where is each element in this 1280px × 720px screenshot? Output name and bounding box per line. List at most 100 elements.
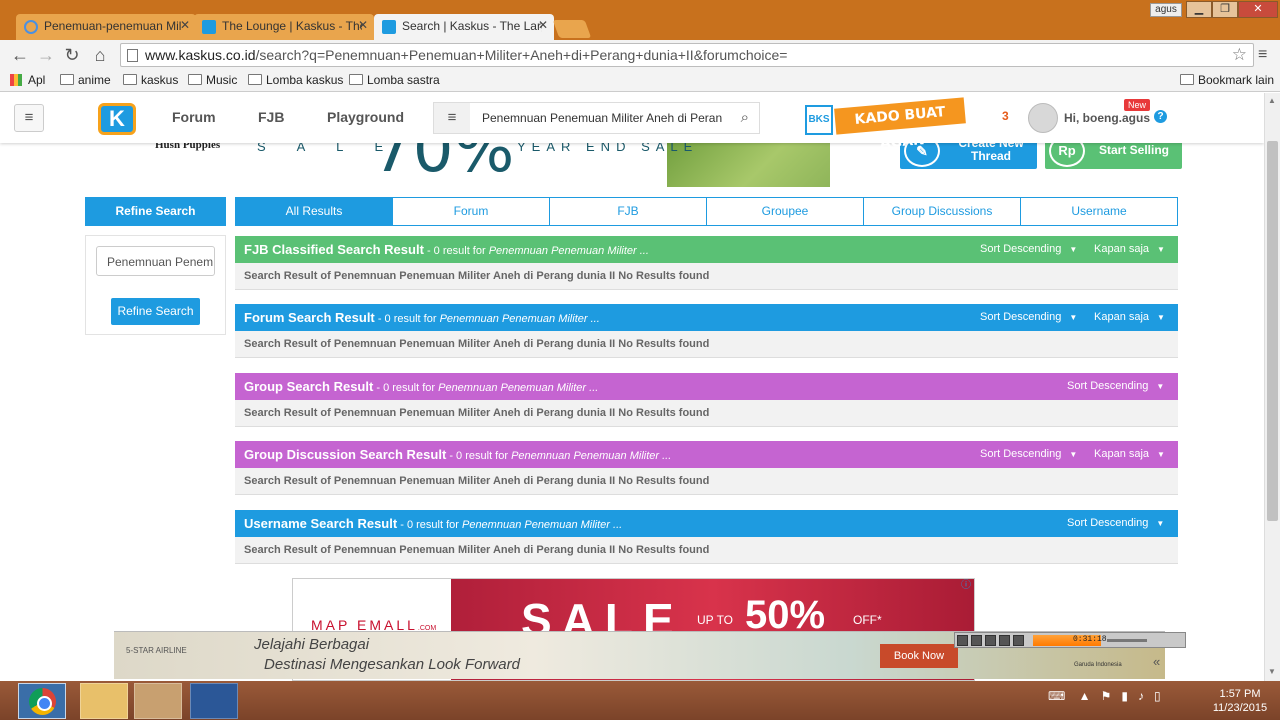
tab-forum[interactable]: Forum bbox=[393, 197, 550, 226]
search-icon[interactable]: ⌕ bbox=[741, 109, 749, 126]
flag-icon[interactable]: ⚑ bbox=[1101, 689, 1112, 703]
result-title: Group Search Result bbox=[244, 379, 374, 394]
scroll-up-icon[interactable]: ▲ bbox=[1268, 96, 1276, 105]
ad-line-2: Destinasi Mengesankan Look Forward bbox=[264, 656, 520, 673]
browser-tab-1[interactable]: Penemuan-penemuan Mil ✕ bbox=[16, 14, 196, 40]
ad-line-1: Jelajahi Berbagai bbox=[254, 636, 370, 653]
tab-username[interactable]: Username bbox=[1021, 197, 1178, 226]
close-window-button[interactable]: ✕ bbox=[1238, 1, 1278, 18]
apps-icon bbox=[10, 74, 22, 86]
result-query: Penemnuan Penemuan Militer ... bbox=[438, 382, 599, 394]
refine-search-button[interactable]: Refine Search bbox=[111, 298, 200, 325]
user-greeting[interactable]: Hi, boeng.agus bbox=[1064, 111, 1150, 125]
bookmark-apps[interactable]: Apl bbox=[10, 73, 45, 87]
kaskus-favicon-icon bbox=[202, 20, 216, 34]
sort-label: Sort Descending bbox=[1067, 517, 1149, 529]
tray-expand-icon[interactable]: ▲ bbox=[1079, 689, 1091, 703]
kado-promo[interactable]: BKS KADO BUAT AGAN bbox=[805, 97, 970, 152]
maximize-button[interactable]: ❐ bbox=[1212, 1, 1238, 18]
bookmark-label: Apl bbox=[28, 73, 46, 87]
chrome-menu-icon[interactable]: ≡ bbox=[1258, 46, 1267, 64]
play-icon[interactable] bbox=[971, 635, 982, 646]
ad-line-2-text: Destinasi Mengesankan bbox=[264, 656, 425, 673]
stop-icon[interactable] bbox=[999, 635, 1010, 646]
search-input[interactable]: Penemnuan Penemuan Militer Aneh di Peran… bbox=[482, 111, 722, 125]
tab-all-results[interactable]: All Results bbox=[235, 197, 393, 226]
address-bar[interactable]: www.kaskus.co.id/search?q=Penemnuan+Pene… bbox=[120, 43, 1254, 67]
result-title: FJB Classified Search Result bbox=[244, 242, 424, 257]
volume-slider[interactable] bbox=[1107, 639, 1147, 642]
back-arrow-icon[interactable]: ← bbox=[10, 45, 30, 65]
sort-dropdown[interactable]: Sort Descending ▼ bbox=[1067, 517, 1164, 529]
prev-icon[interactable] bbox=[957, 635, 968, 646]
ad-tagline: Look Forward bbox=[428, 656, 520, 673]
bookmark-kaskus[interactable]: kaskus bbox=[123, 73, 178, 87]
close-icon[interactable]: ✕ bbox=[180, 18, 190, 32]
hamburger-menu-icon[interactable]: ≡ bbox=[14, 104, 44, 132]
time-label: Kapan saja bbox=[1094, 311, 1150, 323]
book-now-button[interactable]: Book Now bbox=[880, 644, 958, 668]
nav-fjb[interactable]: FJB bbox=[258, 109, 284, 125]
close-icon[interactable]: ✕ bbox=[358, 18, 368, 32]
ad-close-icon[interactable]: ⓘ bbox=[960, 580, 972, 592]
browser-tab-3[interactable]: Search | Kaskus - The Larg ✕ bbox=[374, 14, 554, 40]
help-icon[interactable]: ? bbox=[1154, 110, 1167, 123]
bookmark-other[interactable]: Bookmark lain bbox=[1180, 73, 1274, 87]
time-dropdown[interactable]: Kapan saja ▼ bbox=[1094, 448, 1165, 460]
network-icon[interactable]: ▮ bbox=[1121, 689, 1128, 703]
nav-playground[interactable]: Playground bbox=[327, 109, 404, 125]
minimize-button[interactable]: ▁ bbox=[1186, 1, 1212, 18]
reload-icon[interactable]: ↻ bbox=[62, 45, 82, 65]
scroll-down-icon[interactable]: ▼ bbox=[1268, 667, 1276, 676]
time-label: Kapan saja bbox=[1094, 243, 1150, 255]
result-title: Username Search Result bbox=[244, 516, 398, 531]
keyboard-icon[interactable]: ⌨ bbox=[1048, 689, 1065, 703]
volume-icon[interactable]: ♪ bbox=[1138, 689, 1144, 703]
close-icon[interactable]: ✕ bbox=[538, 18, 548, 32]
chrome-taskbar-button[interactable] bbox=[18, 683, 66, 719]
result-body: Search Result of Penemnuan Penemuan Mili… bbox=[235, 468, 1178, 495]
result-count: - 0 result for bbox=[374, 313, 440, 325]
scroll-thumb[interactable] bbox=[1267, 141, 1278, 521]
search-category-menu-icon[interactable]: ≡ bbox=[434, 103, 470, 133]
paint-taskbar-button[interactable] bbox=[134, 683, 182, 719]
bookmark-anime[interactable]: anime bbox=[60, 73, 111, 87]
sort-dropdown[interactable]: Sort Descending ▼ bbox=[980, 448, 1077, 460]
tab-group-discussions[interactable]: Group Discussions bbox=[864, 197, 1021, 226]
bookmarks-bar: Apl anime kaskus Music Lomba kaskus Lomb… bbox=[0, 70, 1280, 92]
browser-tab-2[interactable]: The Lounge | Kaskus - The ✕ bbox=[194, 14, 374, 40]
next-icon[interactable] bbox=[1013, 635, 1024, 646]
bookmark-lomba-sastra[interactable]: Lomba sastra bbox=[349, 73, 440, 87]
battery-icon[interactable]: ▯ bbox=[1154, 689, 1161, 703]
result-count: - 0 result for bbox=[423, 245, 489, 257]
avatar[interactable] bbox=[1028, 103, 1058, 133]
ad-off: OFF* bbox=[853, 613, 882, 627]
bookmark-star-icon[interactable]: ☆ bbox=[1232, 45, 1247, 65]
time-dropdown[interactable]: Kapan saja ▼ bbox=[1094, 243, 1165, 255]
header-search[interactable]: ≡ Penemnuan Penemuan Militer Aneh di Per… bbox=[433, 102, 760, 134]
nav-forum[interactable]: Forum bbox=[172, 109, 216, 125]
pause-icon[interactable] bbox=[985, 635, 996, 646]
caret-down-icon: ▼ bbox=[1069, 245, 1078, 254]
notification-count[interactable]: 3 bbox=[1002, 109, 1009, 123]
result-header: Group Discussion Search Result - 0 resul… bbox=[235, 441, 1178, 468]
page-scrollbar[interactable]: ▲ ▼ bbox=[1264, 93, 1280, 681]
time-dropdown[interactable]: Kapan saja ▼ bbox=[1094, 311, 1165, 323]
collapse-ad-icon[interactable]: « bbox=[1153, 654, 1160, 669]
bookmark-music[interactable]: Music bbox=[188, 73, 237, 87]
tab-fjb[interactable]: FJB bbox=[550, 197, 707, 226]
refine-search-input[interactable]: Penemnuan Penem bbox=[96, 246, 215, 276]
system-clock[interactable]: 1:57 PM 11/23/2015 bbox=[1200, 687, 1280, 715]
forward-arrow-icon[interactable]: → bbox=[36, 45, 56, 65]
sort-dropdown[interactable]: Sort Descending ▼ bbox=[1067, 380, 1164, 392]
home-icon[interactable]: ⌂ bbox=[90, 45, 110, 65]
tab-title: Penemuan-penemuan Mil bbox=[44, 19, 182, 33]
sort-dropdown[interactable]: Sort Descending ▼ bbox=[980, 311, 1077, 323]
explorer-taskbar-button[interactable] bbox=[80, 683, 128, 719]
tab-groupee[interactable]: Groupee bbox=[707, 197, 864, 226]
word-taskbar-button[interactable] bbox=[190, 683, 238, 719]
kaskus-logo[interactable]: K bbox=[92, 97, 142, 139]
bookmark-lomba-kaskus[interactable]: Lomba kaskus bbox=[248, 73, 343, 87]
sort-dropdown[interactable]: Sort Descending ▼ bbox=[980, 243, 1077, 255]
new-tab-button[interactable] bbox=[552, 20, 592, 38]
